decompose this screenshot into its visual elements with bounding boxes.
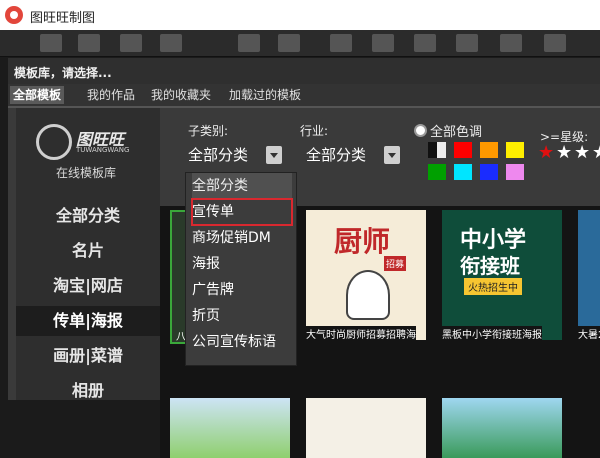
sidebar-item-taobao[interactable]: 淘宝|网店 [16, 271, 160, 301]
sidebar-item-cards[interactable]: 名片 [16, 236, 160, 266]
swatch-green[interactable] [428, 164, 446, 180]
star-3-icon[interactable]: ★ [574, 142, 590, 163]
subcategory-dropdown-list: 全部分类 宣传单 商场促销DM 海报 广告牌 折页 公司宣传标语 [185, 172, 297, 366]
swatch-red[interactable] [454, 142, 472, 158]
toolbar-grid-icon[interactable] [414, 34, 436, 52]
toolbar [0, 30, 600, 57]
dropdown-item-mall-dm[interactable]: 商场促销DM [192, 225, 292, 251]
template-thumb-5[interactable] [170, 398, 290, 458]
toolbar-layout-icon[interactable] [238, 34, 260, 52]
swatch-blue[interactable] [480, 164, 498, 180]
star-4-icon[interactable]: ★ [592, 142, 600, 163]
industry-dropdown-icon[interactable] [384, 146, 400, 164]
brand-mark-icon [36, 124, 72, 160]
chef-illustration-icon [346, 270, 390, 320]
toolbar-folder-icon[interactable] [120, 34, 142, 52]
toolbar-align-icon[interactable] [372, 34, 394, 52]
toolbar-crop-icon[interactable] [456, 34, 478, 52]
toolbar-file-icon[interactable] [40, 34, 62, 52]
brand-subtitle: 在线模板库 [56, 166, 117, 180]
template-2-title: 厨师 [334, 225, 391, 258]
dropdown-item-billboard[interactable]: 广告牌 [192, 277, 292, 303]
subcategory-value: 全部分类 [188, 146, 249, 164]
swatch-orange[interactable] [480, 142, 498, 158]
toolbar-image-icon[interactable] [500, 34, 522, 52]
swatch-black[interactable] [428, 142, 446, 158]
dropdown-item-all[interactable]: 全部分类 [192, 173, 292, 199]
template-2-sub: 招募 [384, 256, 407, 271]
tab-favorites[interactable]: 我的收藏夹 [148, 86, 214, 104]
sidebar-item-flyer-poster[interactable]: 传单|海报 [16, 306, 160, 336]
brand-name-en: TUWANGWANG [76, 146, 130, 154]
all-colors-radio[interactable] [414, 124, 427, 137]
sidebar-item-album-menu[interactable]: 画册|菜谱 [16, 341, 160, 371]
tab-my-works[interactable]: 我的作品 [84, 86, 138, 104]
template-3-sub: 衔接班 [460, 254, 520, 278]
sidebar-item-photo[interactable]: 相册 [16, 376, 160, 406]
dropdown-item-slogan[interactable]: 公司宣传标语 [192, 329, 292, 355]
brand-logo: 图旺旺 TUWANGWANG 在线模板库 [36, 124, 146, 184]
swatch-yellow[interactable] [506, 142, 524, 158]
template-library-dialog: 模板库，请选择... 全部模板 我的作品 我的收藏夹 加载过的模板 图旺旺 TU… [8, 58, 600, 458]
toolbar-camera-icon[interactable] [278, 34, 300, 52]
template-thumb-4[interactable]: 大暑24 [578, 210, 600, 340]
template-thumb-6[interactable] [306, 398, 426, 458]
app-logo-icon [5, 6, 23, 24]
template-caption-2: 大气时尚厨师招募招聘海 [306, 326, 416, 340]
toolbar-save-icon[interactable] [160, 34, 182, 52]
toolbar-open-icon[interactable] [78, 34, 100, 52]
industry-value: 全部分类 [306, 146, 367, 164]
template-caption-3: 黑板中小学衔接班海报 [442, 326, 542, 340]
window-titlebar: 图旺旺制图 [0, 0, 600, 30]
template-caption-4: 大暑24 [578, 326, 600, 340]
dropdown-item-flyer[interactable]: 宣传单 [191, 198, 293, 226]
dropdown-item-brochure[interactable]: 折页 [192, 303, 292, 329]
template-thumb-2[interactable]: 厨师 招募 大气时尚厨师招募招聘海 [306, 210, 426, 340]
category-sidebar: 图旺旺 TUWANGWANG 在线模板库 全部分类 名片 淘宝|网店 传单|海报… [16, 108, 160, 400]
subcategory-dropdown-icon[interactable] [266, 146, 282, 164]
star-2-icon[interactable]: ★ [556, 142, 572, 163]
swatch-cyan[interactable] [454, 164, 472, 180]
star-1-icon[interactable]: ★ [538, 142, 554, 163]
industry-label: 行业: [300, 124, 329, 138]
template-thumb-3[interactable]: 中小学 衔接班 火热招生中 黑板中小学衔接班海报 [442, 210, 562, 340]
toolbar-rotate-icon[interactable] [330, 34, 352, 52]
dialog-title: 模板库，请选择... [14, 66, 112, 80]
template-3-tag: 火热招生中 [464, 278, 522, 295]
dialog-header: 模板库，请选择... [8, 58, 600, 84]
tab-all-templates[interactable]: 全部模板 [10, 86, 65, 104]
tab-loaded-templates[interactable]: 加载过的模板 [226, 86, 304, 104]
window-title: 图旺旺制图 [30, 11, 96, 26]
template-thumb-7[interactable] [442, 398, 562, 458]
subcategory-label: 子类别: [188, 124, 229, 138]
dialog-tabs: 全部模板 我的作品 我的收藏夹 加载过的模板 [8, 84, 600, 108]
all-colors-label: 全部色调 [430, 125, 483, 140]
sidebar-item-all[interactable]: 全部分类 [16, 201, 160, 231]
dropdown-item-poster[interactable]: 海报 [192, 251, 292, 277]
swatch-pink[interactable] [506, 164, 524, 180]
toolbar-text-icon[interactable] [544, 34, 566, 52]
